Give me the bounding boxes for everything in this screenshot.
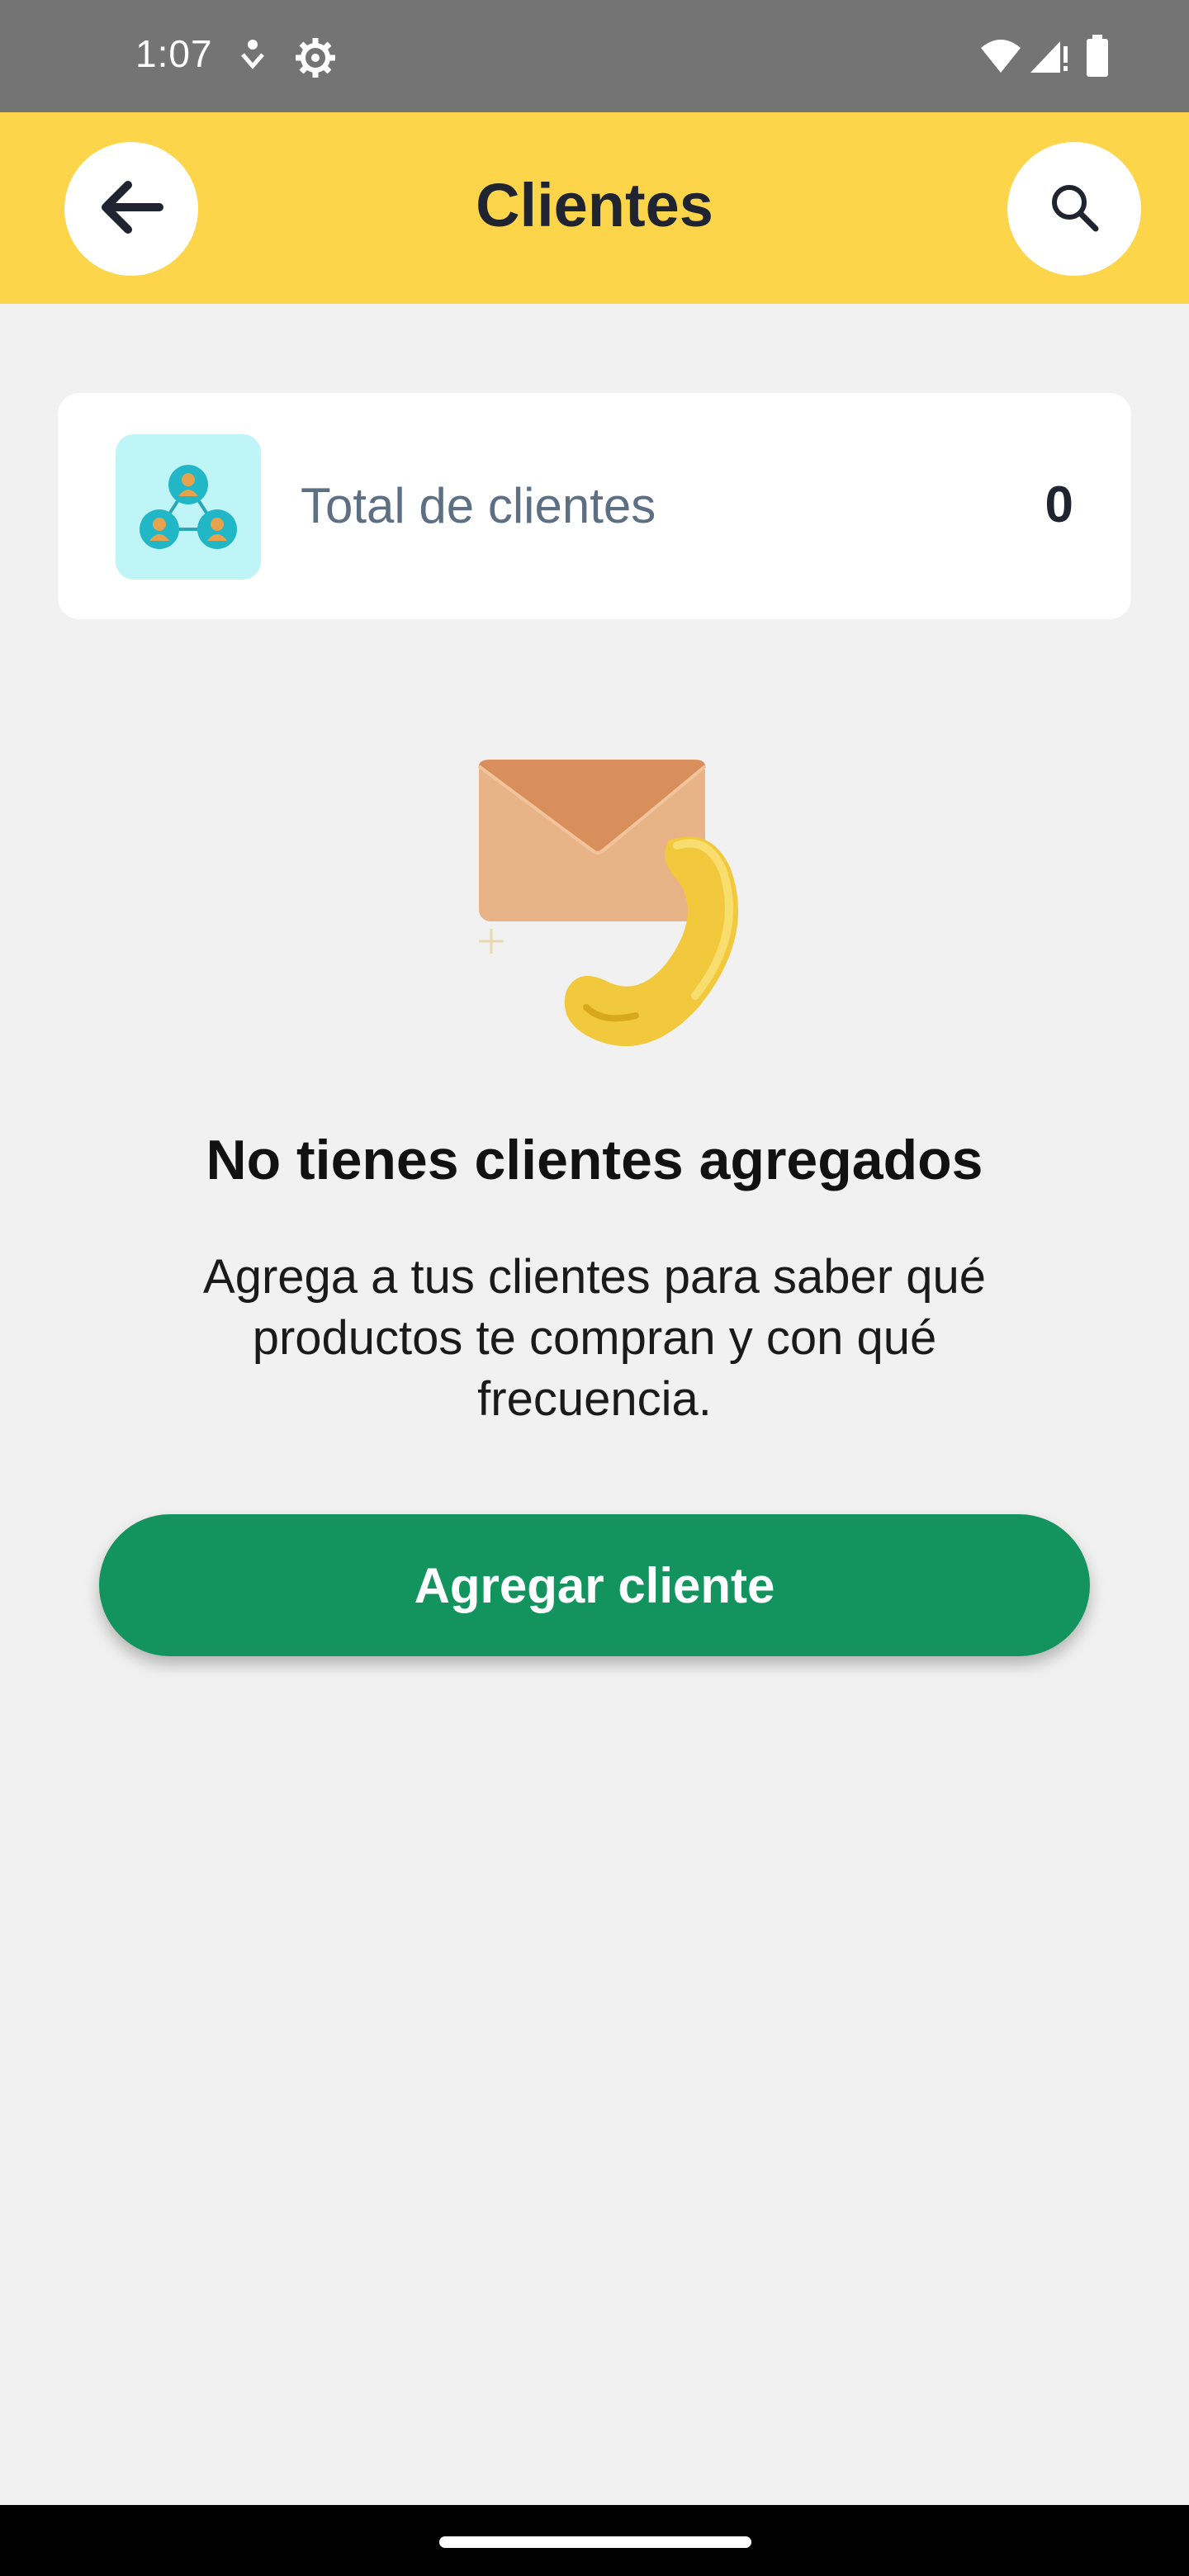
total-customers-card: Total de clientes 0 — [58, 393, 1131, 619]
total-customers-value: 0 — [1045, 476, 1073, 533]
search-icon — [1048, 181, 1101, 238]
home-indicator[interactable] — [439, 2536, 751, 2548]
signal-icon — [1029, 36, 1068, 78]
add-customer-button[interactable]: Agregar cliente — [99, 1514, 1090, 1656]
screen: 1:07 Clientes Total de clientes 0 No tie… — [0, 0, 1189, 2576]
battery-icon — [1085, 35, 1110, 82]
total-customers-label: Total de clientes — [301, 478, 656, 533]
navigation-bar — [0, 2505, 1189, 2576]
wifi-icon — [979, 38, 1022, 78]
empty-state-title: No tienes clientes agregados — [206, 1129, 983, 1191]
accessibility-icon — [238, 38, 268, 78]
status-time: 1:07 — [135, 32, 213, 75]
settings-gear-icon — [294, 36, 337, 83]
search-button[interactable] — [1007, 142, 1141, 276]
customers-network-icon — [116, 434, 261, 580]
app-bar: Clientes — [0, 112, 1189, 304]
envelope-phone-illustration — [462, 743, 760, 1057]
empty-state-description: Agrega a tus clientes para saber qué pro… — [203, 1250, 986, 1426]
status-bar: 1:07 — [0, 0, 1189, 112]
